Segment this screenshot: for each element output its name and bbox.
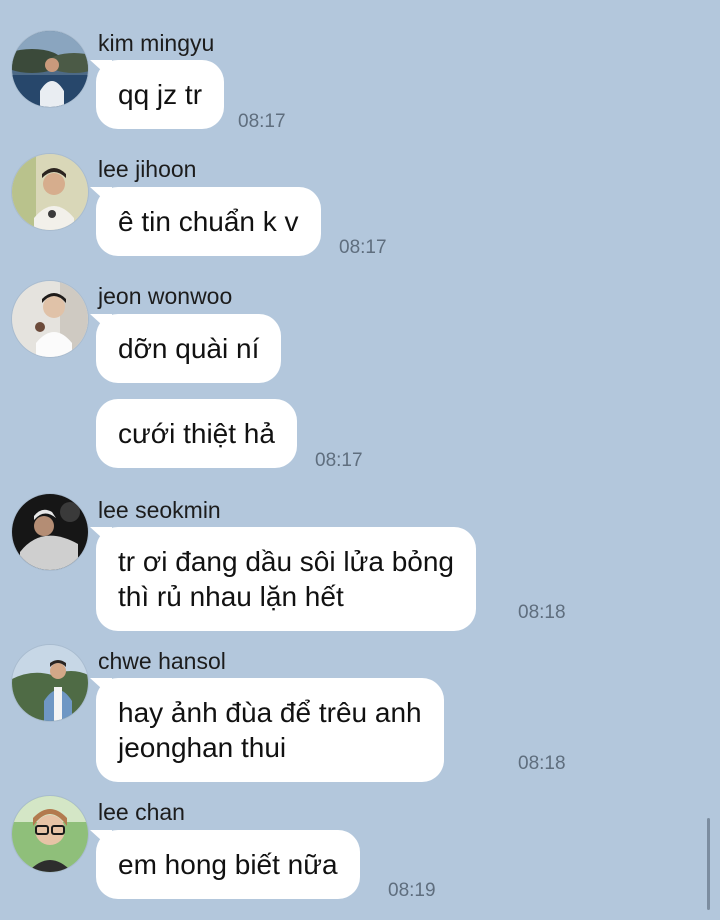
sender-name: kim mingyu bbox=[98, 30, 215, 56]
scrollbar-thumb[interactable] bbox=[707, 818, 710, 910]
message-bubble[interactable]: em hong biết nữa bbox=[96, 830, 360, 899]
message-timestamp: 08:18 bbox=[518, 753, 566, 774]
profile-photo-icon bbox=[12, 494, 88, 570]
profile-photo-icon bbox=[12, 154, 88, 230]
message-bubble[interactable]: hay ảnh đùa để trêu anh jeonghan thui bbox=[96, 678, 444, 782]
message-timestamp: 08:19 bbox=[388, 880, 436, 901]
avatar-lee-chan[interactable] bbox=[12, 796, 88, 872]
sender-name: jeon wonwoo bbox=[98, 283, 233, 309]
avatar-kim-mingyu[interactable] bbox=[12, 31, 88, 107]
message-bubble[interactable]: cưới thiệt hả bbox=[96, 399, 297, 468]
profile-photo-icon bbox=[12, 281, 88, 357]
sender-name: lee seokmin bbox=[98, 497, 221, 523]
avatar-lee-jihoon[interactable] bbox=[12, 154, 88, 230]
message-timestamp: 08:17 bbox=[315, 450, 363, 471]
message-bubble[interactable]: dỡn quài ní bbox=[96, 314, 282, 383]
profile-photo-icon bbox=[12, 796, 88, 872]
message-bubble[interactable]: ê tin chuẩn k v bbox=[96, 187, 321, 256]
message-line: hay ảnh đùa để trêu anh bbox=[118, 697, 422, 728]
avatar-lee-seokmin[interactable] bbox=[12, 494, 88, 570]
avatar-chwe-hansol[interactable] bbox=[12, 645, 88, 721]
message-line: tr ơi đang dầu sôi lửa bỏng bbox=[118, 546, 454, 577]
message-bubble[interactable]: tr ơi đang dầu sôi lửa bỏng thì rủ nhau … bbox=[96, 527, 476, 631]
message-timestamp: 08:18 bbox=[518, 602, 566, 623]
sender-name: chwe hansol bbox=[98, 648, 226, 674]
message-bubble[interactable]: qq jz tr bbox=[96, 60, 225, 129]
message-line: jeonghan thui bbox=[118, 732, 287, 763]
sender-name: lee jihoon bbox=[98, 156, 197, 182]
message-timestamp: 08:17 bbox=[238, 111, 286, 132]
avatar-jeon-wonwoo[interactable] bbox=[12, 281, 88, 357]
profile-photo-icon bbox=[12, 645, 88, 721]
chat-message-list[interactable]: kim mingyu qq jz tr 08:17 lee jihoon ê t… bbox=[0, 0, 720, 920]
message-line: thì rủ nhau lặn hết bbox=[118, 581, 344, 612]
profile-photo-icon bbox=[12, 31, 88, 107]
message-timestamp: 08:17 bbox=[339, 237, 387, 258]
sender-name: lee chan bbox=[98, 799, 185, 825]
